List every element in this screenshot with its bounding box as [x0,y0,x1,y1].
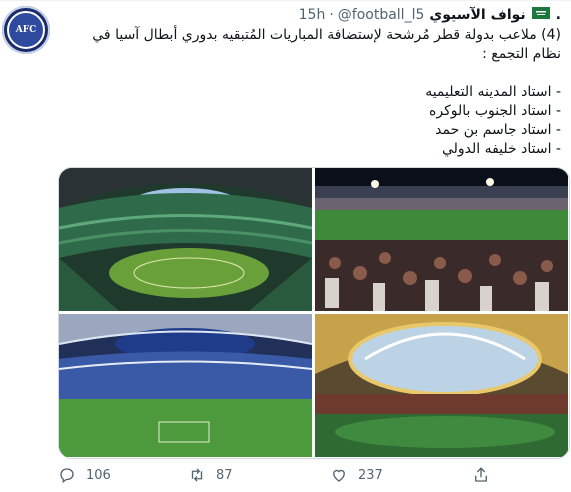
stadium-list-item: - استاد خليفه الدولي [441,141,561,157]
afc-logo: AFC [7,11,45,49]
like-button[interactable]: 237 [330,466,383,484]
tweet-text: (4) ملاعب بدولة قطر مُرشحة لإستضافة المب… [60,26,561,159]
tweet-actions: 106 87 237 [58,462,568,488]
retweet-icon [191,468,203,482]
tweet-line: نظام التجمع : [482,46,561,62]
divider [0,0,571,1]
tweet-header: . نواف الآسيوي @football_l5 · 15h [60,4,561,26]
stadium-photo-3[interactable] [59,314,312,457]
share-icon [475,467,487,482]
stadium-list-item: - استاد الجنوب بالوكره [429,103,561,119]
tweet-time[interactable]: 15h [299,7,326,23]
stadium-list-item: - استاد المدينه التعليميه [425,84,561,100]
stadium-list-item: - استاد جاسم بن حمد [435,122,561,138]
author-handle[interactable]: @football_l5 [338,7,425,23]
stadium-photo-1[interactable] [59,168,312,311]
share-button[interactable] [472,466,500,484]
retweet-button[interactable]: 87 [188,466,233,484]
media-grid [58,167,570,459]
stadium-photo-2[interactable] [315,168,568,311]
saudi-flag-icon [531,7,550,23]
tweet[interactable]: AFC . نواف الآسيوي @football_l5 · 15h (4… [0,0,571,492]
retweet-count: 87 [216,467,233,483]
stadium-photo-4[interactable] [315,314,568,457]
reply-icon [60,468,74,484]
reply-count: 106 [86,467,111,483]
author-name[interactable]: نواف الآسيوي [429,7,525,23]
like-count: 237 [358,467,383,483]
tweet-line: (4) ملاعب بدولة قطر مُرشحة لإستضافة المب… [92,27,561,43]
like-icon [333,469,345,482]
avatar-text: AFC [15,25,37,35]
header-separator: · [329,7,334,23]
avatar[interactable]: AFC [2,6,50,54]
reply-button[interactable]: 106 [58,466,111,484]
prefix-dot: . [555,7,561,23]
